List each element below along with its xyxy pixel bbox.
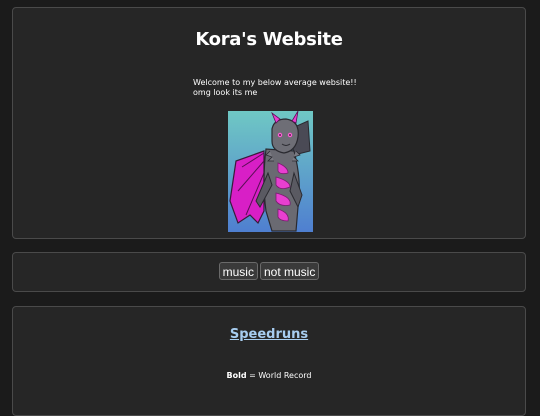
speedruns-panel: Speedruns Bold = World Record: [12, 306, 526, 416]
welcome-line-2: omg look its me: [193, 88, 258, 97]
legend-bold-label: Bold: [226, 371, 247, 380]
nav-button-group: music not music: [13, 262, 525, 280]
not-music-button[interactable]: not music: [259, 262, 320, 280]
header-panel: Kora's Website Welcome to my below avera…: [12, 7, 526, 239]
welcome-line-1: Welcome to my below average website!!: [193, 78, 357, 87]
site-title: Kora's Website: [195, 29, 343, 50]
character-portrait-image: [228, 111, 313, 232]
music-button[interactable]: music: [218, 262, 258, 280]
nav-panel: music not music: [12, 252, 526, 292]
speedruns-link[interactable]: Speedruns: [13, 327, 525, 342]
legend-description: = World Record: [246, 371, 312, 380]
welcome-text: Welcome to my below average website!! om…: [193, 78, 357, 98]
record-legend: Bold = World Record: [13, 371, 525, 380]
